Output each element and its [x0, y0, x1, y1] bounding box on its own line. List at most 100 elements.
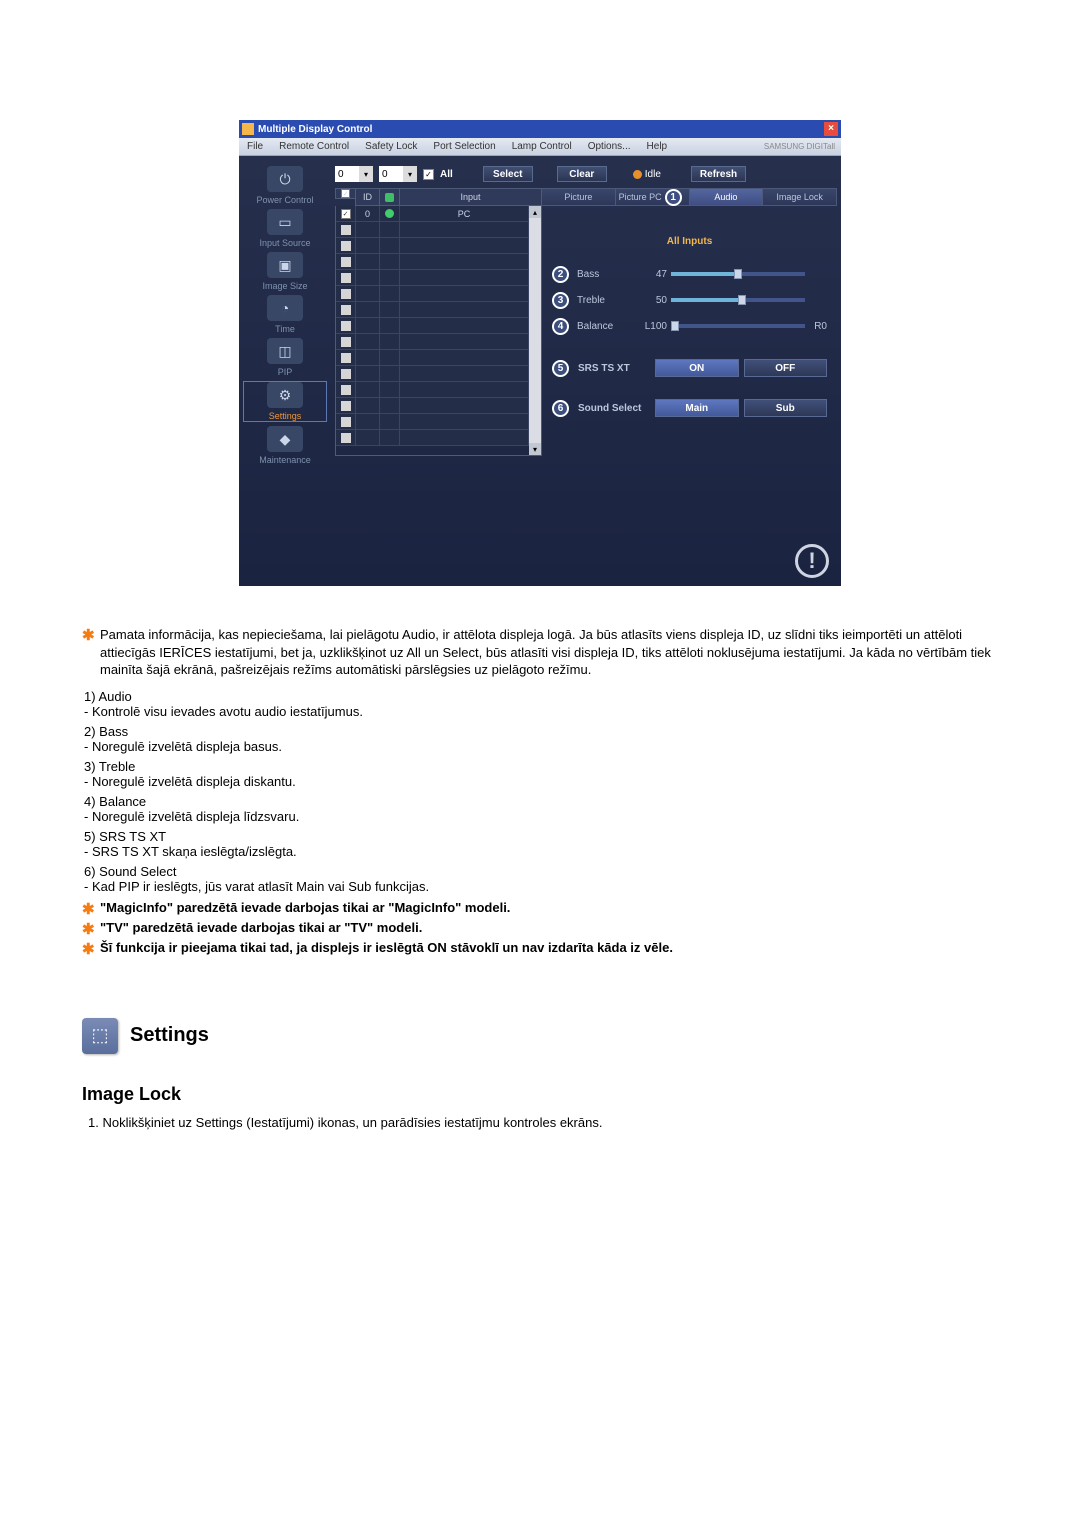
settings-heading: ⬚ Settings: [82, 1018, 998, 1054]
item-6-head: 6) Sound Select: [84, 864, 998, 879]
scrollbar[interactable]: ▴ ▾: [529, 206, 541, 455]
srs-on-button[interactable]: ON: [655, 359, 739, 377]
spin-1[interactable]: 0▾: [335, 166, 373, 182]
tab-picture-pc[interactable]: Picture PC1: [616, 188, 690, 206]
srs-row: 5 SRS TS XT ON OFF: [552, 357, 827, 379]
brand-label: SAMSUNG DIGITall: [764, 142, 835, 151]
table-row[interactable]: [336, 334, 529, 350]
image-icon: ▣: [267, 252, 303, 278]
sidebar-item-input[interactable]: ▭Input Source: [243, 209, 327, 248]
all-inputs-label: All Inputs: [552, 236, 827, 247]
sidebar-item-pip[interactable]: ◫PIP: [243, 338, 327, 377]
item-2-desc: - Noregulē izvelētā displeja basus.: [84, 739, 998, 754]
row-id: 0: [356, 206, 380, 222]
toolbar: 0▾ 0▾ ✓ All Select Clear Idle Refresh: [335, 166, 837, 182]
settings-pane: All Inputs 2 Bass 47 3 Treble 50: [542, 206, 837, 456]
bass-row: 2 Bass 47: [552, 261, 827, 287]
menu-lamp-control[interactable]: Lamp Control: [504, 141, 580, 152]
sidebar-item-image[interactable]: ▣Image Size: [243, 252, 327, 291]
item-6-desc: - Kad PIP ir ieslēgts, jūs varat atlasīt…: [84, 879, 998, 894]
table-row[interactable]: [336, 286, 529, 302]
sidebar-item-settings[interactable]: ⚙Settings: [243, 381, 327, 422]
app-window: Multiple Display Control × File Remote C…: [239, 120, 841, 586]
note-2: ✱"TV" paredzētā ievade darbojas tikai ar…: [82, 920, 998, 938]
item-4-desc: - Noregulē izvelētā displeja līdzsvaru.: [84, 809, 998, 824]
tab-image-lock[interactable]: Image Lock: [763, 188, 837, 206]
refresh-button[interactable]: Refresh: [691, 166, 746, 182]
callout-2-icon: 2: [552, 266, 569, 283]
chevron-down-icon[interactable]: ▾: [359, 166, 373, 182]
intro-note: ✱ Pamata informācija, kas nepieciešama, …: [82, 626, 998, 679]
table-row[interactable]: [336, 382, 529, 398]
srs-label: SRS TS XT: [578, 363, 650, 374]
all-label: All: [440, 169, 453, 180]
table-row[interactable]: [336, 222, 529, 238]
table-row[interactable]: [336, 398, 529, 414]
table-row[interactable]: [336, 318, 529, 334]
sound-sub-button[interactable]: Sub: [744, 399, 828, 417]
menu-file[interactable]: File: [239, 141, 271, 152]
tabs: Picture Picture PC1 Audio Image Lock: [542, 188, 837, 206]
srs-off-button[interactable]: OFF: [744, 359, 828, 377]
menu-port-selection[interactable]: Port Selection: [425, 141, 503, 152]
sound-main-button[interactable]: Main: [655, 399, 739, 417]
treble-slider[interactable]: [671, 298, 805, 302]
menu-remote-control[interactable]: Remote Control: [271, 141, 357, 152]
menu-safety-lock[interactable]: Safety Lock: [357, 141, 425, 152]
alert-icon: !: [795, 544, 829, 578]
all-checkbox[interactable]: ✓: [423, 169, 434, 180]
app-icon: [242, 123, 254, 135]
select-button[interactable]: Select: [483, 166, 533, 182]
bass-slider[interactable]: [671, 272, 805, 276]
sidebar-item-maintenance[interactable]: ◆Maintenance: [243, 426, 327, 465]
status-dot-icon: [385, 209, 394, 218]
star-icon: ✱: [82, 940, 100, 958]
callout-1-icon: 1: [665, 189, 682, 206]
main-panel: 0▾ 0▾ ✓ All Select Clear Idle Refresh: [331, 156, 841, 586]
star-icon: ✱: [82, 920, 100, 938]
scroll-down-icon[interactable]: ▾: [529, 443, 541, 455]
balance-value: L100: [637, 321, 667, 332]
tab-audio[interactable]: Audio: [690, 188, 764, 206]
menu-help[interactable]: Help: [639, 141, 676, 152]
row-input: PC: [400, 206, 529, 222]
star-icon: ✱: [82, 626, 100, 644]
pip-icon: ◫: [267, 338, 303, 364]
balance-label: Balance: [577, 321, 633, 332]
treble-value: 50: [637, 295, 667, 306]
table-row[interactable]: [336, 270, 529, 286]
maintenance-icon: ◆: [267, 426, 303, 452]
item-3-desc: - Noregulē izvelētā displeja diskantu.: [84, 774, 998, 789]
titlebar: Multiple Display Control ×: [239, 120, 841, 138]
balance-slider[interactable]: [671, 324, 805, 328]
table-row[interactable]: [336, 254, 529, 270]
item-4-head: 4) Balance: [84, 794, 998, 809]
menu-options[interactable]: Options...: [580, 141, 639, 152]
table-row[interactable]: ✓ 0 PC: [336, 206, 529, 222]
idle-dot-icon: [633, 170, 642, 179]
titlebar-title: Multiple Display Control: [258, 124, 824, 135]
step-1: 1. Noklikšķiniet uz Settings (Iestatījum…: [88, 1115, 998, 1130]
scroll-up-icon[interactable]: ▴: [529, 206, 541, 218]
chevron-down-icon[interactable]: ▾: [403, 166, 417, 182]
input-icon: ▭: [267, 209, 303, 235]
sound-select-row: 6 Sound Select Main Sub: [552, 397, 827, 419]
sidebar-item-time[interactable]: ◔Time: [243, 295, 327, 334]
row-checkbox[interactable]: ✓: [341, 209, 351, 219]
clear-button[interactable]: Clear: [557, 166, 607, 182]
table-row[interactable]: [336, 430, 529, 446]
table-row[interactable]: [336, 414, 529, 430]
note-1: ✱"MagicInfo" paredzētā ievade darbojas t…: [82, 900, 998, 918]
table-row[interactable]: [336, 302, 529, 318]
balance-r-label: R0: [809, 321, 827, 332]
tab-picture[interactable]: Picture: [542, 188, 616, 206]
sidebar-item-power[interactable]: ⏻Power Control: [243, 166, 327, 205]
callout-3-icon: 3: [552, 292, 569, 309]
close-icon[interactable]: ×: [824, 122, 838, 136]
table-row[interactable]: [336, 366, 529, 382]
spin-2[interactable]: 0▾: [379, 166, 417, 182]
bass-label: Bass: [577, 269, 633, 280]
table-row[interactable]: [336, 238, 529, 254]
table-row[interactable]: [336, 350, 529, 366]
balance-row: 4 Balance L100 R0: [552, 313, 827, 339]
